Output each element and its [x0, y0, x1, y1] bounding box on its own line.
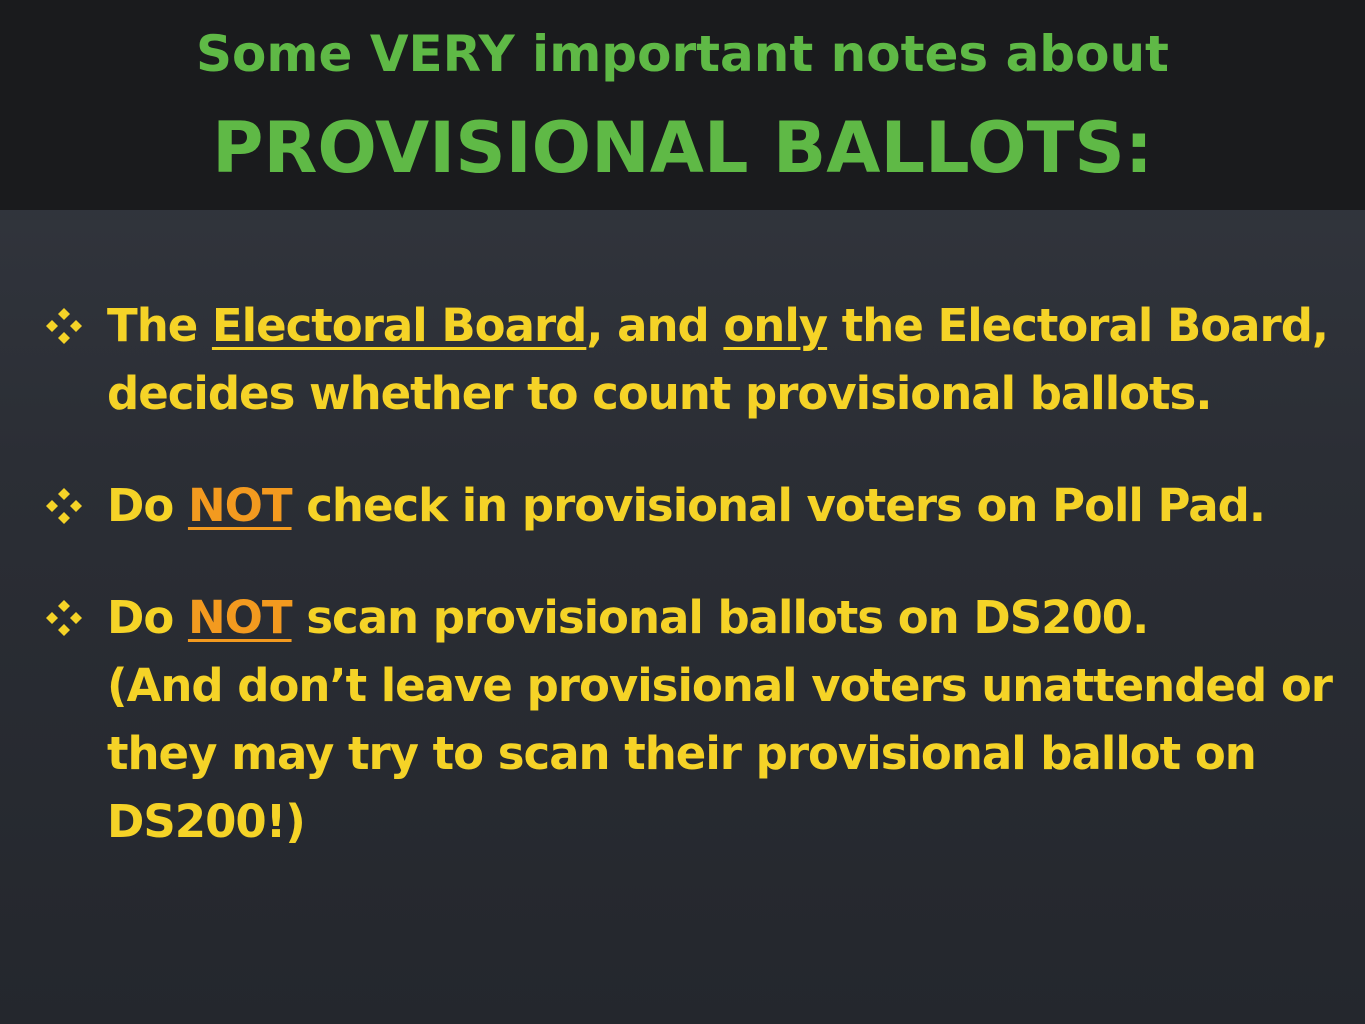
bullet-text: The — [107, 299, 212, 352]
emphasis-not: NOT — [187, 591, 293, 644]
slide-title-line-1: Some VERY important notes about — [196, 25, 1169, 83]
bullet-list: The Electoral Board, and only the Electo… — [0, 292, 1365, 856]
emphasis-not: NOT — [187, 479, 293, 532]
bullet-text: , and — [586, 299, 724, 352]
underlined-phrase-electoral-board: Electoral Board — [211, 299, 587, 352]
bullet-text: Do — [107, 479, 188, 532]
four-diamond-icon — [44, 472, 88, 540]
bullet-text: check in provisional voters on Poll Pad. — [291, 479, 1266, 532]
bullet-item-ds200: Do NOT scan provisional ballots on DS200… — [0, 584, 1365, 856]
four-diamond-icon — [44, 584, 88, 652]
bullet-item-poll-pad: Do NOT check in provisional voters on Po… — [0, 472, 1365, 540]
bullet-text: scan provisional ballots on DS200. — [291, 591, 1149, 644]
bullet-item-electoral-board: The Electoral Board, and only the Electo… — [0, 292, 1365, 428]
slide-title-line-2: PROVISIONAL BALLOTS: — [212, 107, 1153, 189]
underlined-word-only: only — [723, 299, 828, 352]
four-diamond-icon — [44, 292, 88, 360]
bullet-text: Do — [107, 591, 188, 644]
title-bar: Some VERY important notes about PROVISIO… — [0, 0, 1365, 210]
slide: Some VERY important notes about PROVISIO… — [0, 0, 1365, 1024]
bullet-note: (And don’t leave provisional voters unat… — [107, 659, 1333, 848]
